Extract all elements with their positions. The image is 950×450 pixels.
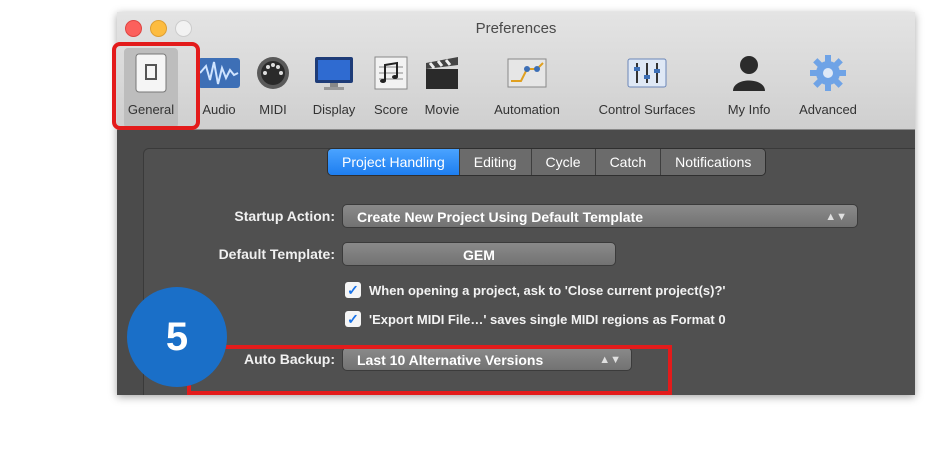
toolbar-label: Control Surfaces — [598, 102, 696, 117]
step-badge: 5 — [127, 287, 227, 387]
toolbar-label: My Info — [727, 102, 771, 117]
default-template-button[interactable]: GEM — [342, 242, 616, 266]
display-icon — [313, 52, 355, 94]
toolbar-item-control-surfaces[interactable]: Control Surfaces — [585, 48, 709, 128]
default-template-label: Default Template: — [218, 246, 335, 262]
auto-backup-highlight — [187, 345, 672, 395]
startup-action-value: Create New Project Using Default Templat… — [357, 209, 644, 225]
toolbar: Preferences General Audio MIDI Display S… — [117, 12, 915, 130]
toolbar-item-score[interactable]: Score — [371, 48, 411, 128]
popup-arrows-icon: ▲▼ — [825, 211, 847, 223]
tab-bar: Project Handling Editing Cycle Catch Not… — [327, 148, 767, 176]
tab-editing[interactable]: Editing — [459, 149, 532, 175]
toolbar-item-automation[interactable]: Automation — [482, 48, 572, 128]
toolbar-item-advanced[interactable]: Advanced — [788, 48, 868, 128]
toolbar-item-midi[interactable]: MIDI — [253, 48, 293, 128]
movie-icon — [421, 52, 463, 94]
toolbar-label: Display — [312, 102, 356, 117]
score-icon — [370, 52, 412, 94]
startup-action-popup[interactable]: Create New Project Using Default Templat… — [342, 204, 858, 228]
export-midi-option[interactable]: ✓ 'Export MIDI File…' saves single MIDI … — [345, 311, 726, 327]
toolbar-label: Audio — [202, 102, 236, 117]
close-project-label: When opening a project, ask to 'Close cu… — [369, 282, 726, 298]
automation-icon — [506, 52, 548, 94]
toolbar-item-audio[interactable]: Audio — [198, 48, 240, 128]
startup-action-label: Startup Action: — [234, 208, 335, 224]
tab-notifications[interactable]: Notifications — [661, 149, 766, 175]
close-project-option[interactable]: ✓ When opening a project, ask to 'Close … — [345, 282, 726, 298]
toolbar-label: Advanced — [799, 102, 857, 117]
toolbar-item-my-info[interactable]: My Info — [721, 48, 777, 128]
control-surfaces-icon — [626, 52, 668, 94]
audio-icon — [198, 52, 240, 94]
tab-cycle[interactable]: Cycle — [531, 149, 596, 175]
default-template-value: GEM — [463, 247, 495, 263]
checkbox-close-project[interactable]: ✓ — [345, 282, 361, 298]
my-info-icon — [728, 52, 770, 94]
toolbar-label: Score — [374, 102, 408, 117]
toolbar-item-display[interactable]: Display — [307, 48, 361, 128]
toolbar-item-movie[interactable]: Movie — [420, 48, 464, 128]
checkbox-export-midi[interactable]: ✓ — [345, 311, 361, 327]
toolbar-label: Automation — [494, 102, 560, 117]
window-title: Preferences — [475, 20, 557, 37]
toolbar-label: MIDI — [259, 102, 287, 117]
tab-project-handling[interactable]: Project Handling — [328, 149, 460, 175]
tab-catch[interactable]: Catch — [595, 149, 662, 175]
export-midi-label: 'Export MIDI File…' saves single MIDI re… — [369, 311, 726, 327]
midi-icon — [252, 52, 294, 94]
general-highlight — [112, 42, 200, 130]
advanced-icon — [807, 52, 849, 94]
toolbar-label: Movie — [424, 102, 460, 117]
preferences-window: Preferences General Audio MIDI Display S… — [117, 12, 915, 395]
